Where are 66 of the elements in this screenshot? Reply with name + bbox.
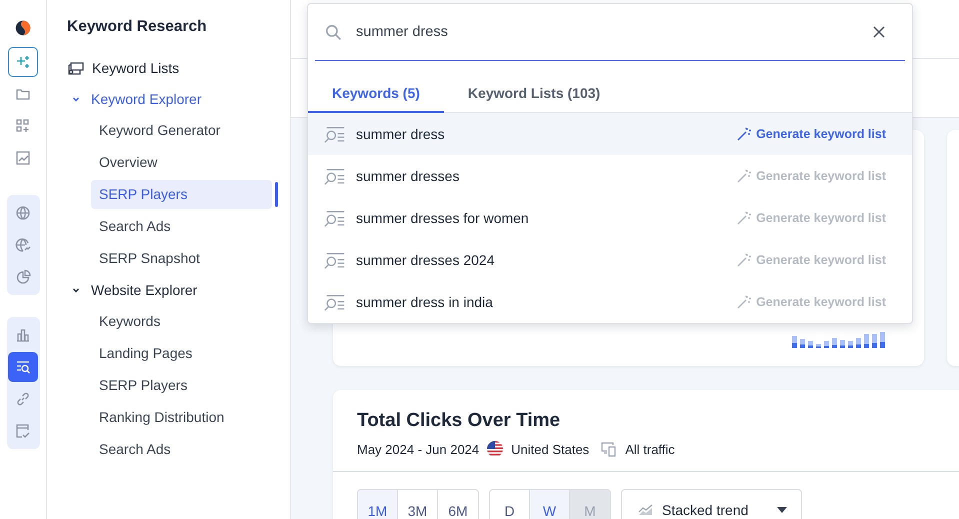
chart-type-dropdown[interactable]: Stacked trend: [621, 489, 802, 519]
nav-item[interactable]: Keywords: [91, 306, 278, 336]
nav-section[interactable]: Keyword Explorer: [67, 83, 202, 114]
keyword-suggestion: summer dress: [356, 126, 445, 142]
globe-icon: [15, 205, 31, 221]
keyword-suggestion: summer dresses: [356, 168, 460, 184]
globe-trend-icon: [15, 237, 31, 253]
card-title: Total Clicks Over Time: [357, 410, 562, 432]
logo-icon: [14, 19, 32, 37]
sidebar-icon-button[interactable]: [8, 352, 38, 382]
range-button[interactable]: 1M: [358, 490, 398, 519]
nav-item[interactable]: Keyword Lists: [67, 52, 180, 83]
keyword-search-icon: [324, 252, 346, 268]
nav-item[interactable]: Ranking Distribution: [91, 402, 278, 432]
nav-item[interactable]: Landing Pages: [91, 338, 278, 368]
keyword-suggestion: summer dress in india: [356, 294, 493, 310]
sparkle-icon: [15, 54, 31, 70]
traffic-label: All traffic: [625, 442, 675, 456]
keyword-search-icon: [324, 210, 346, 226]
result-row[interactable]: summer dresses for women Generate keyword list: [308, 197, 912, 239]
nav-item[interactable]: SERP Players: [91, 180, 272, 208]
result-row[interactable]: summer dresses Generate keyword list: [308, 155, 912, 197]
pie-chart-icon: [15, 269, 31, 285]
date-range: May 2024 - Jun 2024: [357, 442, 480, 456]
link-icon: [15, 391, 31, 407]
close-icon[interactable]: [873, 26, 885, 38]
keyword-suggestion: summer dresses 2024: [356, 252, 495, 268]
nav-item[interactable]: SERP Players: [91, 370, 278, 400]
nav-item[interactable]: Search Ads: [91, 434, 278, 464]
keyword-list-icon: [67, 60, 85, 76]
search-icon: [325, 24, 342, 40]
area-chart-icon: [638, 504, 654, 516]
interval-button[interactable]: W: [530, 490, 570, 519]
sidebar-icon-button[interactable]: [8, 47, 38, 77]
grid-plus-icon: [15, 118, 31, 134]
nav-section[interactable]: Website Explorer: [67, 274, 198, 305]
result-row[interactable]: summer dresses 2024 Generate keyword list: [308, 239, 912, 281]
trend-chart-icon: [15, 150, 31, 166]
magic-wand-icon: [737, 127, 752, 141]
country-label: United States: [511, 442, 590, 456]
range-button[interactable]: 3M: [398, 490, 438, 519]
result-row[interactable]: summer dress Generate keyword list: [308, 113, 912, 155]
magic-wand-icon: [737, 253, 752, 267]
magic-wand-icon: [737, 169, 752, 183]
flag-icon: [487, 441, 504, 457]
nav-item[interactable]: Search Ads: [91, 212, 278, 240]
tab[interactable]: Keyword Lists (103): [444, 75, 624, 113]
devices-icon: [601, 441, 618, 457]
search-list-icon: [15, 359, 31, 375]
bar-chart-icon: [15, 327, 31, 343]
keyword-search-icon: [324, 168, 346, 184]
nav-item[interactable]: Keyword Generator: [91, 116, 278, 144]
keyword-suggestion: summer dresses for women: [356, 210, 529, 226]
magic-wand-icon: [737, 295, 752, 309]
nav-item[interactable]: SERP Snapshot: [91, 244, 278, 272]
generate-list-link[interactable]: Generate keyword list: [737, 127, 886, 141]
magic-wand-icon: [737, 211, 752, 225]
range-button[interactable]: 6M: [438, 490, 478, 519]
selection-indicator: [275, 182, 278, 206]
result-row[interactable]: summer dress in india Generate keyword list: [308, 281, 912, 323]
nav-item[interactable]: Overview: [91, 148, 278, 176]
caret-icon: [777, 507, 787, 513]
keyword-search-icon: [324, 294, 346, 310]
keyword-search-icon: [324, 126, 346, 142]
section-title: Keyword Research: [67, 18, 208, 36]
checklist-icon: [15, 423, 31, 439]
